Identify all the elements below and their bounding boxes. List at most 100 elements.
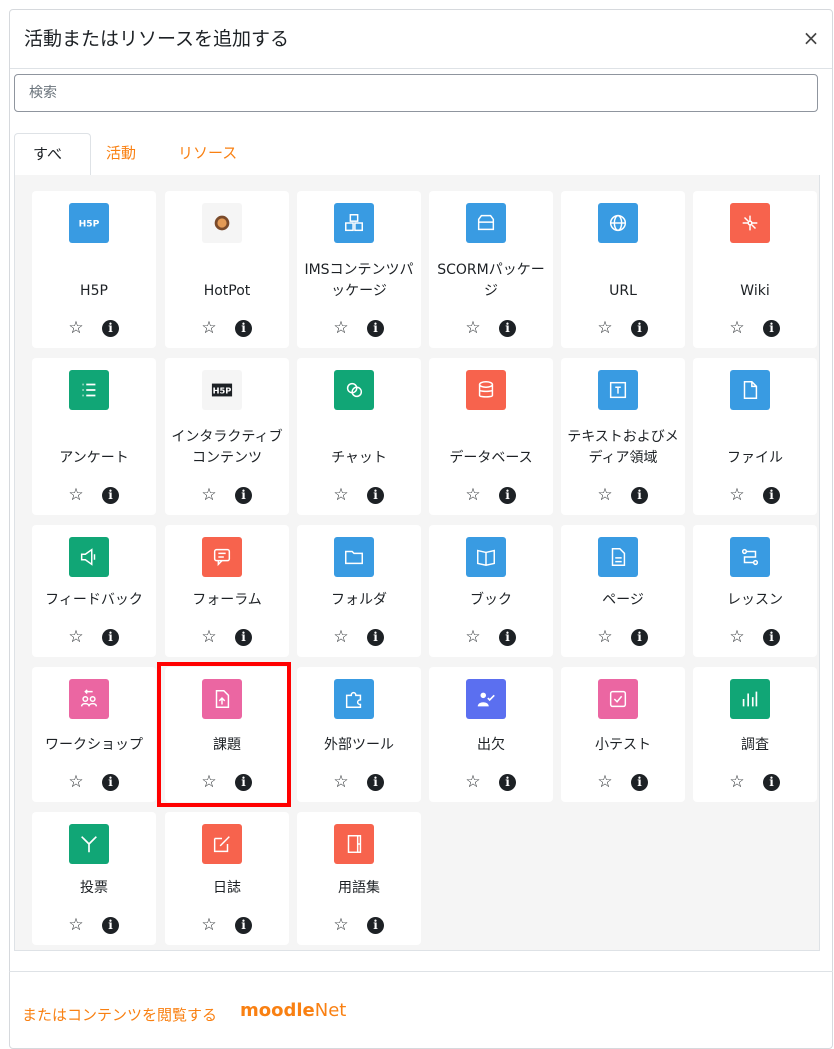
info-icon[interactable]: i bbox=[102, 774, 119, 791]
search-input[interactable] bbox=[14, 74, 818, 112]
info-icon[interactable]: i bbox=[763, 487, 780, 504]
activity-item[interactable]: データベース ☆ i bbox=[429, 358, 553, 515]
activity-item[interactable]: 投票 ☆ i bbox=[32, 812, 156, 945]
star-icon[interactable]: ☆ bbox=[331, 915, 351, 935]
folder-icon bbox=[334, 537, 374, 577]
star-icon[interactable]: ☆ bbox=[463, 627, 483, 647]
tab-all[interactable]: すべて bbox=[14, 133, 91, 203]
star-icon[interactable]: ☆ bbox=[199, 485, 219, 505]
star-icon[interactable]: ☆ bbox=[727, 772, 747, 792]
info-icon[interactable]: i bbox=[367, 320, 384, 337]
moodlenet-logo[interactable]: moodleNet bbox=[240, 1000, 346, 1021]
activity-name: アンケート bbox=[59, 450, 129, 466]
activity-item[interactable]: レッスン ☆ i bbox=[693, 525, 817, 657]
info-icon[interactable]: i bbox=[763, 629, 780, 646]
info-icon[interactable]: i bbox=[235, 917, 252, 934]
info-icon[interactable]: i bbox=[367, 774, 384, 791]
activity-item[interactable]: 課題 ☆ i bbox=[165, 667, 289, 802]
activity-item[interactable]: 外部ツール ☆ i bbox=[297, 667, 421, 802]
activity-item[interactable]: ファイル ☆ i bbox=[693, 358, 817, 515]
activity-actions: ☆ i bbox=[297, 627, 421, 649]
activity-item[interactable]: IMSコンテンツパッケージ ☆ i bbox=[297, 191, 421, 348]
star-icon[interactable]: ☆ bbox=[331, 772, 351, 792]
star-icon[interactable]: ☆ bbox=[331, 318, 351, 338]
close-button[interactable]: × bbox=[800, 27, 822, 49]
star-icon[interactable]: ☆ bbox=[463, 485, 483, 505]
star-icon[interactable]: ☆ bbox=[331, 485, 351, 505]
star-icon[interactable]: ☆ bbox=[66, 915, 86, 935]
info-icon[interactable]: i bbox=[499, 320, 516, 337]
star-icon[interactable]: ☆ bbox=[66, 627, 86, 647]
browse-content-link[interactable]: またはコンテンツを閲覧する bbox=[22, 1004, 217, 1025]
activity-item[interactable]: SCORMパッケージ ☆ i bbox=[429, 191, 553, 348]
star-icon[interactable]: ☆ bbox=[595, 627, 615, 647]
forum-icon bbox=[202, 537, 242, 577]
star-icon[interactable]: ☆ bbox=[199, 627, 219, 647]
star-icon[interactable]: ☆ bbox=[463, 772, 483, 792]
star-icon[interactable]: ☆ bbox=[595, 485, 615, 505]
activity-name: HotPot bbox=[203, 283, 251, 299]
activity-item[interactable]: フィードバック ☆ i bbox=[32, 525, 156, 657]
info-icon[interactable]: i bbox=[367, 487, 384, 504]
activity-item[interactable]: URL ☆ i bbox=[561, 191, 685, 348]
info-icon[interactable]: i bbox=[763, 774, 780, 791]
star-icon[interactable]: ☆ bbox=[199, 318, 219, 338]
info-icon[interactable]: i bbox=[631, 629, 648, 646]
info-icon[interactable]: i bbox=[367, 629, 384, 646]
activity-item[interactable]: フォーラム ☆ i bbox=[165, 525, 289, 657]
star-icon[interactable]: ☆ bbox=[727, 627, 747, 647]
info-icon[interactable]: i bbox=[499, 629, 516, 646]
activity-item[interactable]: Wiki ☆ i bbox=[693, 191, 817, 348]
activity-name: データベース bbox=[449, 450, 533, 466]
activity-item[interactable]: HotPot ☆ i bbox=[165, 191, 289, 348]
info-icon[interactable]: i bbox=[499, 774, 516, 791]
star-icon[interactable]: ☆ bbox=[331, 627, 351, 647]
info-icon[interactable]: i bbox=[102, 629, 119, 646]
activity-item[interactable]: フォルダ ☆ i bbox=[297, 525, 421, 657]
star-icon[interactable]: ☆ bbox=[727, 318, 747, 338]
activity-item[interactable]: チャット ☆ i bbox=[297, 358, 421, 515]
activity-item[interactable]: 用語集 ☆ i bbox=[297, 812, 421, 945]
database-icon bbox=[466, 370, 506, 410]
star-icon[interactable]: ☆ bbox=[199, 772, 219, 792]
activity-name: ページ bbox=[602, 592, 644, 608]
activity-item[interactable]: H5P インタラクティブコンテンツ ☆ i bbox=[165, 358, 289, 515]
workshop-icon bbox=[69, 679, 109, 719]
tab-resources[interactable]: リソース bbox=[178, 133, 237, 175]
star-icon[interactable]: ☆ bbox=[727, 485, 747, 505]
star-icon[interactable]: ☆ bbox=[66, 772, 86, 792]
activity-item[interactable]: 出欠 ☆ i bbox=[429, 667, 553, 802]
activity-item[interactable]: 調査 ☆ i bbox=[693, 667, 817, 802]
activity-item[interactable]: ワークショップ ☆ i bbox=[32, 667, 156, 802]
info-icon[interactable]: i bbox=[235, 774, 252, 791]
activity-item[interactable]: 小テスト ☆ i bbox=[561, 667, 685, 802]
activity-actions: ☆ i bbox=[429, 627, 553, 649]
star-icon[interactable]: ☆ bbox=[595, 318, 615, 338]
info-icon[interactable]: i bbox=[102, 917, 119, 934]
info-icon[interactable]: i bbox=[235, 629, 252, 646]
activity-item[interactable]: ブック ☆ i bbox=[429, 525, 553, 657]
star-icon[interactable]: ☆ bbox=[199, 915, 219, 935]
info-icon[interactable]: i bbox=[235, 487, 252, 504]
info-icon[interactable]: i bbox=[235, 320, 252, 337]
info-icon[interactable]: i bbox=[763, 320, 780, 337]
star-icon[interactable]: ☆ bbox=[66, 485, 86, 505]
star-icon[interactable]: ☆ bbox=[595, 772, 615, 792]
activity-item[interactable]: アンケート ☆ i bbox=[32, 358, 156, 515]
info-icon[interactable]: i bbox=[102, 320, 119, 337]
activity-item[interactable]: H5P H5P ☆ i bbox=[32, 191, 156, 348]
info-icon[interactable]: i bbox=[367, 917, 384, 934]
tab-activities[interactable]: 活動 bbox=[106, 133, 136, 175]
info-icon[interactable]: i bbox=[631, 774, 648, 791]
activity-name: チャット bbox=[331, 450, 387, 466]
info-icon[interactable]: i bbox=[102, 487, 119, 504]
info-icon[interactable]: i bbox=[499, 487, 516, 504]
activity-item[interactable]: 日誌 ☆ i bbox=[165, 812, 289, 945]
info-icon[interactable]: i bbox=[631, 320, 648, 337]
activity-item[interactable]: テキストおよびメディア領域 ☆ i bbox=[561, 358, 685, 515]
star-icon[interactable]: ☆ bbox=[463, 318, 483, 338]
info-icon[interactable]: i bbox=[631, 487, 648, 504]
activity-name: インタラクティブコンテンツ bbox=[171, 429, 283, 466]
star-icon[interactable]: ☆ bbox=[66, 318, 86, 338]
activity-item[interactable]: ページ ☆ i bbox=[561, 525, 685, 657]
